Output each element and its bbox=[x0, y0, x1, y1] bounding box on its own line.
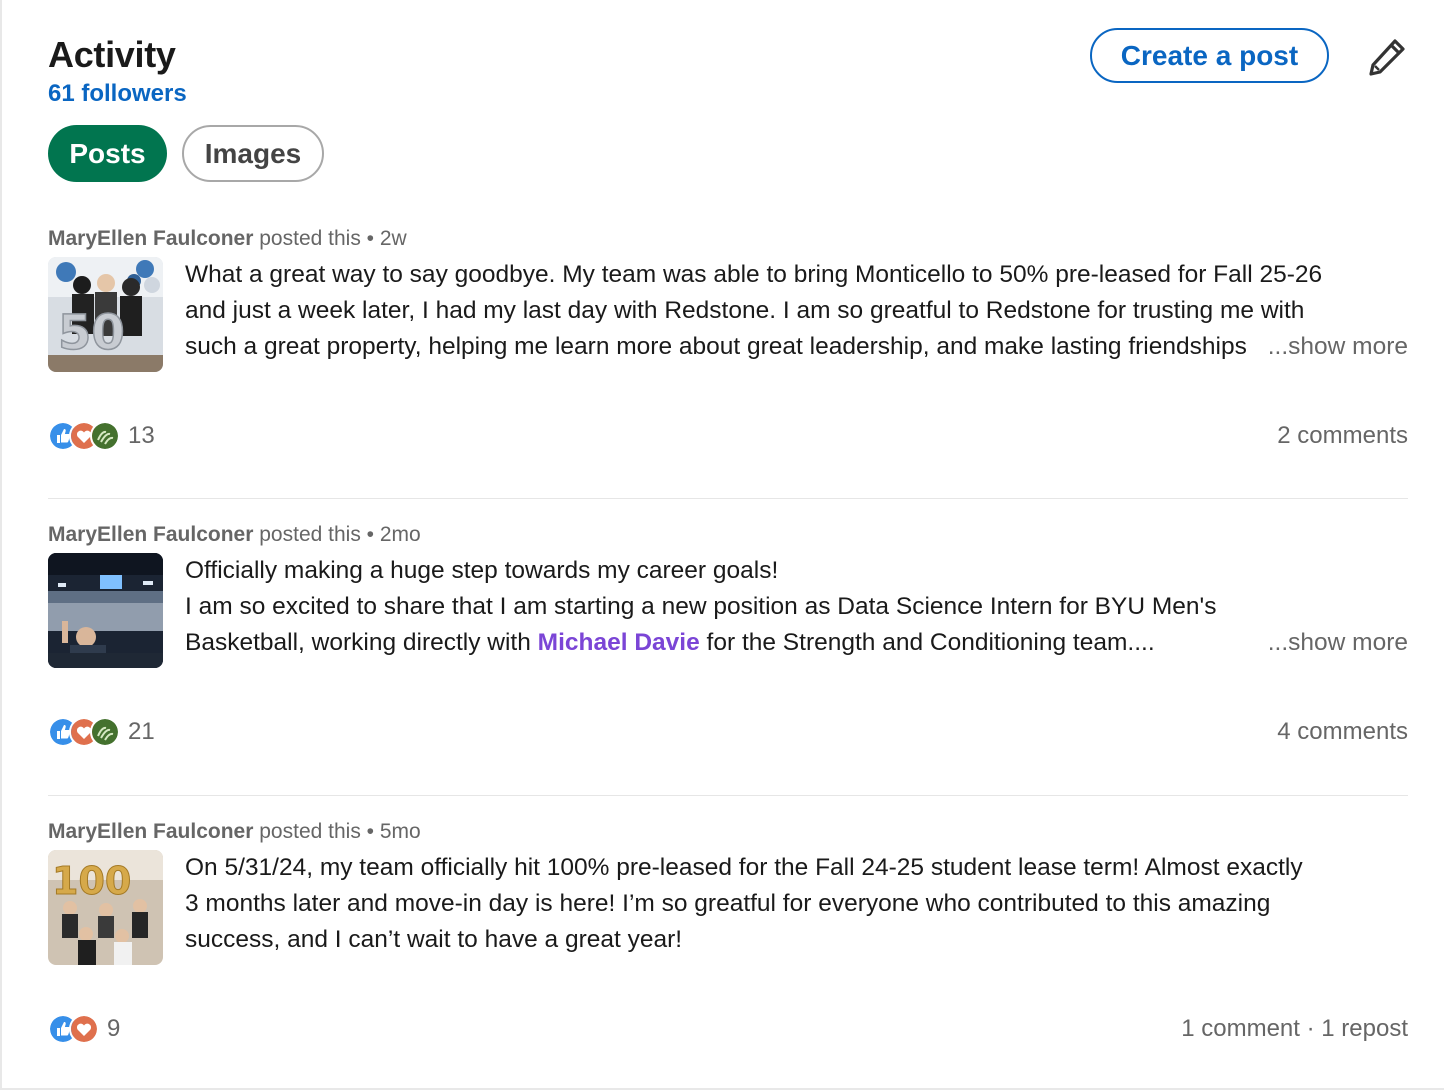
post-age: 2w bbox=[379, 227, 407, 250]
meta-separator: • bbox=[366, 820, 375, 843]
love-icon bbox=[69, 1014, 99, 1044]
reaction-count: 9 bbox=[107, 1015, 121, 1042]
support-icon bbox=[90, 421, 120, 451]
post-text-segment: Basketball, working directly with bbox=[185, 629, 538, 656]
svg-text:50: 50 bbox=[58, 305, 125, 361]
post-author[interactable]: MaryEllen Faulconer bbox=[48, 523, 253, 546]
reaction-count: 21 bbox=[128, 718, 155, 745]
post-author[interactable]: MaryEllen Faulconer bbox=[48, 227, 253, 250]
post-age: 5mo bbox=[379, 820, 421, 843]
reaction-count: 13 bbox=[128, 422, 155, 449]
arena-photo[interactable] bbox=[48, 553, 163, 668]
post-author[interactable]: MaryEllen Faulconer bbox=[48, 820, 253, 843]
show-more-link[interactable]: ...show more bbox=[1261, 329, 1408, 365]
post-divider bbox=[48, 795, 1408, 796]
create-post-button[interactable]: Create a post bbox=[1090, 28, 1329, 83]
show-more-link[interactable]: ...show more bbox=[1261, 625, 1408, 661]
activity-card: Activity 61 followers Create a post Post… bbox=[0, 0, 1444, 1090]
post-text-line: On 5/31/24, my team officially hit 100% … bbox=[185, 854, 1303, 881]
reactions-summary[interactable]: 9 bbox=[48, 1014, 120, 1044]
post-item[interactable]: MaryEllen Faulconer posted this • 2mo Of… bbox=[48, 523, 1408, 763]
post-text-line: I am so excited to share that I am start… bbox=[185, 593, 1217, 620]
reposts-count[interactable]: 1 repost bbox=[1321, 1015, 1408, 1042]
tab-images[interactable]: Images bbox=[182, 125, 324, 182]
post-text-line: Officially making a huge step towards my… bbox=[185, 557, 779, 584]
post-text-line: Basketball, working directly with Michae… bbox=[185, 625, 1408, 661]
engagement-separator: · bbox=[1306, 1015, 1315, 1042]
post-meta: MaryEllen Faulconer posted this • 5mo bbox=[48, 820, 421, 844]
post-text: What a great way to say goodbye. My team… bbox=[185, 257, 1408, 365]
pencil-icon[interactable] bbox=[1366, 36, 1408, 78]
post-action: posted this bbox=[259, 523, 361, 546]
mention-link[interactable]: Michael Davie bbox=[538, 629, 700, 656]
post-item[interactable]: MaryEllen Faulconer posted this • 2w 50 bbox=[48, 227, 1408, 467]
balloons-50-photo[interactable]: 50 bbox=[48, 257, 163, 372]
post-text-line: success, and I can’t wait to have a grea… bbox=[185, 926, 683, 953]
comments-count[interactable]: 1 comment bbox=[1181, 1015, 1300, 1042]
post-action: posted this bbox=[259, 227, 361, 250]
post-meta: MaryEllen Faulconer posted this • 2w bbox=[48, 227, 407, 251]
post-action: posted this bbox=[259, 820, 361, 843]
post-item[interactable]: MaryEllen Faulconer posted this • 5mo 10… bbox=[48, 820, 1408, 1060]
post-text-line: What a great way to say goodbye. My team… bbox=[185, 261, 1323, 288]
post-text-line: such a great property, helping me learn … bbox=[185, 333, 1247, 360]
reactions-summary[interactable]: 21 bbox=[48, 717, 155, 747]
tab-posts[interactable]: Posts bbox=[48, 125, 167, 182]
post-divider bbox=[48, 498, 1408, 499]
post-text: On 5/31/24, my team officially hit 100% … bbox=[185, 850, 1408, 958]
post-text: Officially making a huge step towards my… bbox=[185, 553, 1408, 661]
post-text-line: 3 months later and move-in day is here! … bbox=[185, 890, 1271, 917]
meta-separator: • bbox=[366, 227, 375, 250]
post-age: 2mo bbox=[379, 523, 421, 546]
engagement-summary: 1 comment · 1 repost bbox=[1181, 1015, 1408, 1043]
comments-count[interactable]: 4 comments bbox=[1277, 718, 1408, 746]
post-text-segment: for the Strength and Conditioning team..… bbox=[699, 629, 1155, 656]
post-meta: MaryEllen Faulconer posted this • 2mo bbox=[48, 523, 421, 547]
reactions-summary[interactable]: 13 bbox=[48, 421, 155, 451]
post-text-line: and just a week later, I had my last day… bbox=[185, 297, 1305, 324]
balloons-100-photo[interactable]: 100 bbox=[48, 850, 163, 965]
comments-count[interactable]: 2 comments bbox=[1277, 422, 1408, 450]
support-icon bbox=[90, 717, 120, 747]
svg-text:100: 100 bbox=[52, 859, 131, 903]
section-title: Activity bbox=[48, 34, 176, 75]
meta-separator: • bbox=[366, 523, 375, 546]
followers-link[interactable]: 61 followers bbox=[48, 80, 187, 108]
